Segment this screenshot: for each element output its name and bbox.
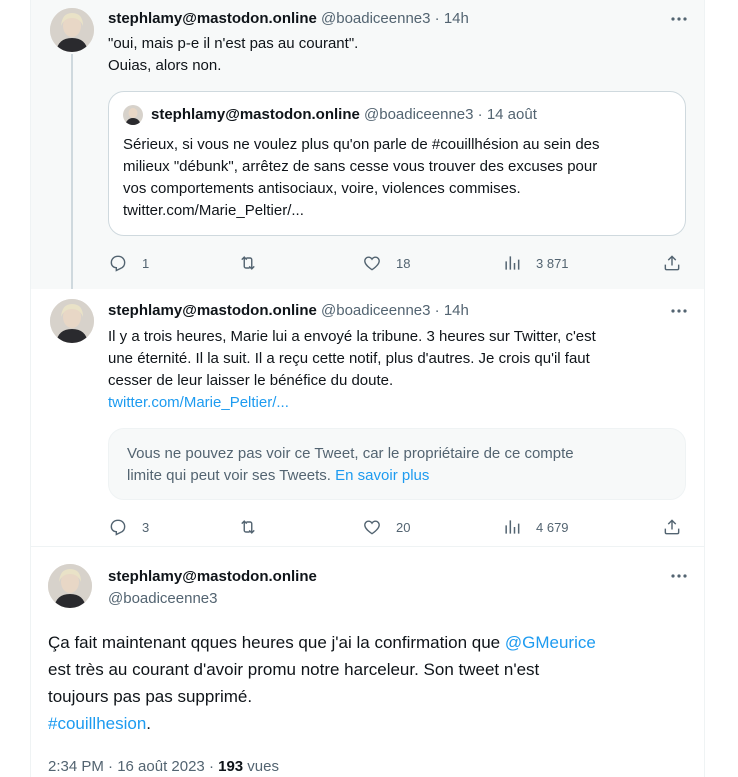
user-handle[interactable]: @boadiceenne3 xyxy=(108,588,317,610)
avatar[interactable] xyxy=(50,8,94,52)
separator: · xyxy=(434,302,440,319)
timestamp[interactable]: 14h xyxy=(444,10,469,27)
tweet-2[interactable]: stephlamy@mastodon.online @boadiceenne3 … xyxy=(31,289,704,547)
quote-avatar xyxy=(123,105,143,125)
views-icon xyxy=(505,256,520,270)
reply-button[interactable]: 1 xyxy=(108,251,149,275)
text-segment: . xyxy=(146,714,152,733)
views-button[interactable]: 3 871 xyxy=(502,251,569,275)
separator: · xyxy=(434,10,440,27)
learn-more-link[interactable]: En savoir plus xyxy=(335,467,429,484)
retweet-button[interactable] xyxy=(238,515,258,539)
mention-link[interactable]: @GMeurice xyxy=(505,633,596,652)
timestamp[interactable]: 14h xyxy=(444,302,469,319)
thread-line xyxy=(71,54,73,289)
quote-line: twitter.com/Marie_Peltier/... xyxy=(123,202,304,219)
tweet-header: stephlamy@mastodon.online @boadiceenne3 … xyxy=(108,9,469,29)
text-segment: Ça fait maintenant qques heures que j'ai… xyxy=(48,633,505,652)
views-icon xyxy=(505,520,520,534)
display-name[interactable]: stephlamy@mastodon.online xyxy=(108,302,317,319)
reply-button[interactable]: 3 xyxy=(108,515,149,539)
notice-line: Vous ne pouvez pas voir ce Tweet, car le… xyxy=(127,445,574,462)
tweet-header: stephlamy@mastodon.online @boadiceenne3 … xyxy=(108,301,469,321)
display-name[interactable]: stephlamy@mastodon.online xyxy=(108,10,317,27)
tweet-line: cesser de leur laisser le bénéfice du do… xyxy=(108,372,394,389)
more-icon[interactable] xyxy=(668,565,690,587)
reply-count: 1 xyxy=(142,255,150,271)
reply-icon xyxy=(110,519,126,536)
tweet-link[interactable]: twitter.com/Marie_Peltier/... xyxy=(108,392,596,414)
display-name[interactable]: stephlamy@mastodon.online xyxy=(108,566,317,588)
quote-handle: @boadiceenne3 xyxy=(364,106,474,123)
like-icon xyxy=(364,520,380,535)
like-button[interactable]: 18 xyxy=(362,251,410,275)
views-label: vues xyxy=(243,758,279,775)
reply-icon xyxy=(110,255,126,272)
quote-time: 14 août xyxy=(486,106,537,123)
quote-line: milieux "débunk", arrêtez de sans cesse … xyxy=(123,158,598,175)
share-button[interactable] xyxy=(662,515,682,539)
author-block: stephlamy@mastodon.online @boadiceenne3 xyxy=(108,566,317,610)
retweet-button[interactable] xyxy=(238,251,258,275)
avatar[interactable] xyxy=(48,564,92,608)
reply-count: 3 xyxy=(142,519,150,535)
views-count: 4 679 xyxy=(536,519,569,535)
quote-line: Sérieux, si vous ne voulez plus qu'on pa… xyxy=(123,136,600,153)
views-count: 3 871 xyxy=(536,255,569,271)
main-tweet-text: Ça fait maintenant qques heures que j'ai… xyxy=(48,629,688,737)
quote-line: vos comportements antisociaux, voire, vi… xyxy=(123,180,521,197)
quote-separator: · xyxy=(477,106,483,123)
tweet-line: une éternité. Il la suit. Il a reçu cett… xyxy=(108,350,590,367)
quoted-tweet[interactable]: stephlamy@mastodon.online @boadiceenne3 … xyxy=(108,91,686,236)
share-icon xyxy=(664,519,680,535)
user-handle[interactable]: @boadiceenne3 xyxy=(321,10,430,27)
like-count: 20 xyxy=(396,519,411,535)
hashtag-link[interactable]: #couillhesion xyxy=(48,714,146,733)
more-icon[interactable] xyxy=(668,8,690,30)
text-line: est très au courant d'avoir promu notre … xyxy=(48,660,540,679)
tweet-text: "oui, mais p-e il n'est pas au courant".… xyxy=(108,33,358,77)
retweet-icon xyxy=(241,520,255,534)
unavailable-tweet-notice: Vous ne pouvez pas voir ce Tweet, car le… xyxy=(108,428,686,500)
tweet-actions: 1 18 3 871 xyxy=(108,251,686,275)
post-timestamp[interactable]: 2:34 PM · 16 août 2023 · xyxy=(48,758,218,775)
more-icon[interactable] xyxy=(668,300,690,322)
tweet-line: Il y a trois heures, Marie lui a envoyé … xyxy=(108,328,596,345)
tweet-actions: 3 20 4 679 xyxy=(108,515,686,539)
main-tweet: stephlamy@mastodon.online @boadiceenne3 … xyxy=(31,548,704,777)
quote-header: stephlamy@mastodon.online @boadiceenne3 … xyxy=(151,105,537,125)
quote-text: Sérieux, si vous ne voulez plus qu'on pa… xyxy=(123,134,600,222)
share-icon xyxy=(664,255,680,271)
retweet-icon xyxy=(241,256,255,270)
view-count: 193 xyxy=(218,758,244,775)
text-line: toujours pas pas supprimé. xyxy=(48,687,253,706)
like-button[interactable]: 20 xyxy=(362,515,410,539)
avatar[interactable] xyxy=(50,299,94,343)
notice-line: limite qui peut voir ses Tweets. xyxy=(127,467,331,484)
share-button[interactable] xyxy=(662,251,682,275)
quote-display-name: stephlamy@mastodon.online xyxy=(151,106,360,123)
user-handle[interactable]: @boadiceenne3 xyxy=(321,302,430,319)
tweet-line: "oui, mais p-e il n'est pas au courant". xyxy=(108,35,359,52)
like-count: 18 xyxy=(396,255,411,271)
like-icon xyxy=(364,256,380,271)
views-button[interactable]: 4 679 xyxy=(502,515,569,539)
tweet-line: Ouias, alors non. xyxy=(108,57,222,74)
tweet-1[interactable]: stephlamy@mastodon.online @boadiceenne3 … xyxy=(31,0,704,289)
tweet-text: Il y a trois heures, Marie lui a envoyé … xyxy=(108,326,596,414)
tweet-meta: 2:34 PM · 16 août 2023 · 193 vues xyxy=(48,758,279,775)
